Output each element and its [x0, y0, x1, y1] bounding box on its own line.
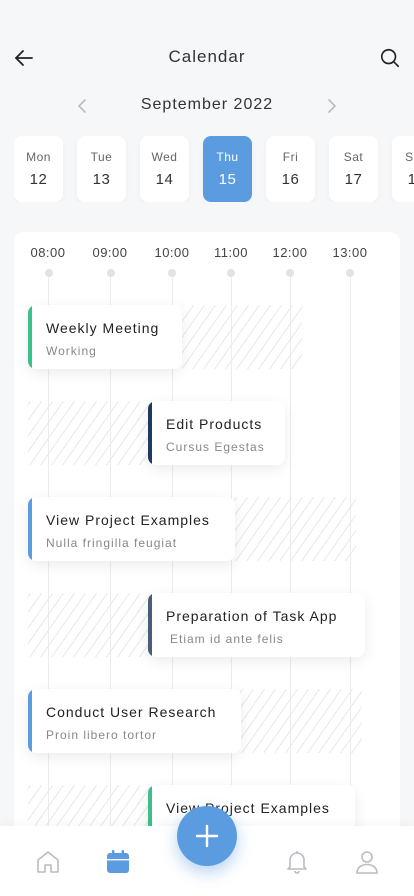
busy-region	[182, 305, 302, 369]
task-title: Edit Products	[166, 416, 263, 432]
profile-icon	[356, 851, 378, 874]
hour-label: 09:00	[92, 245, 128, 260]
nav-notifications[interactable]	[283, 848, 311, 876]
search-button[interactable]	[376, 44, 404, 72]
day-name: Tue	[90, 150, 113, 164]
day-tue[interactable]: Tue 13	[77, 136, 126, 202]
task-title: Preparation of Task App	[166, 608, 338, 624]
day-name: Fri	[282, 150, 299, 164]
day-wed[interactable]: Wed 14	[140, 136, 189, 202]
task-card[interactable]: View Project Examples Nulla fringilla fe…	[28, 497, 235, 561]
day-number: 17	[344, 171, 363, 188]
day-number: 13	[92, 171, 111, 188]
day-number: 14	[155, 171, 174, 188]
day-number: 16	[281, 171, 300, 188]
add-icon	[195, 824, 219, 848]
task-subtitle: Nulla fringilla feugiat	[46, 536, 178, 550]
busy-region	[28, 593, 150, 657]
day-fri[interactable]: Fri 16	[266, 136, 315, 202]
page-title: Calendar	[168, 47, 246, 66]
day-name: Thu	[216, 150, 239, 164]
task-accent-bar	[148, 593, 152, 657]
month-label: September 2022	[140, 96, 274, 113]
hour-label: 11:00	[213, 245, 249, 260]
nav-home[interactable]	[34, 848, 62, 876]
day-mon[interactable]: Mon 12	[14, 136, 63, 202]
hour-dot	[286, 269, 294, 277]
day-sat[interactable]: Sat 17	[329, 136, 378, 202]
hour-label: 13:00	[332, 245, 368, 260]
nav-profile[interactable]	[353, 848, 381, 876]
task-subtitle: Cursus Egestas	[166, 440, 265, 454]
hour-label: 12:00	[272, 245, 308, 260]
home-icon	[37, 851, 59, 873]
day-name: Mon	[26, 150, 51, 164]
schedule-panel[interactable]: 08:00 09:00 10:00 11:00 12:00 13:00 Week…	[14, 232, 400, 852]
day-sun[interactable]: Sun 18	[392, 136, 414, 202]
hour-label: 10:00	[154, 245, 190, 260]
calendar-icon	[107, 850, 129, 873]
day-strip: Mon 12 Tue 13 Wed 14 Thu 15 Fri 16 Sat 1…	[14, 136, 414, 202]
task-accent-bar	[28, 497, 32, 561]
day-thu-selected[interactable]: Thu 15	[203, 136, 252, 202]
day-number: 12	[29, 171, 48, 188]
task-card[interactable]: Weekly Meeting Working	[28, 305, 182, 369]
month-nav: September 2022	[0, 94, 414, 118]
task-card[interactable]: Conduct User Research Proin libero torto…	[28, 689, 241, 753]
task-accent-bar	[148, 401, 152, 465]
hour-label: 08:00	[30, 245, 66, 260]
day-name: Wed	[151, 150, 178, 164]
busy-region	[28, 401, 150, 465]
task-title: Conduct User Research	[46, 704, 217, 720]
day-name: Sat	[343, 150, 364, 164]
hour-dot	[107, 269, 115, 277]
nav-calendar[interactable]	[104, 848, 132, 876]
bell-icon	[287, 851, 307, 874]
task-subtitle: Proin libero tortor	[46, 728, 158, 742]
hour-dot	[168, 269, 176, 277]
task-subtitle: Etiam id ante felis	[170, 632, 284, 646]
task-card[interactable]: Preparation of Task App Etiam id ante fe…	[148, 593, 365, 657]
busy-region	[240, 689, 362, 753]
day-number: 15	[218, 171, 237, 188]
day-number: 18	[407, 171, 414, 188]
task-title: View Project Examples	[46, 512, 210, 528]
search-icon	[380, 48, 400, 68]
hour-dot	[45, 269, 53, 277]
hour-dot	[227, 269, 235, 277]
next-month-button[interactable]	[324, 96, 340, 116]
task-title: Weekly Meeting	[46, 320, 160, 336]
task-card[interactable]: Edit Products Cursus Egestas	[148, 401, 285, 465]
chevron-right-icon	[328, 99, 336, 113]
task-accent-bar	[28, 689, 32, 753]
task-subtitle: Working	[46, 344, 97, 358]
busy-region	[234, 497, 356, 561]
calendar-screen: Calendar September 2022 Mon 12 Tue 13 We…	[0, 0, 414, 896]
header: Calendar	[0, 0, 414, 90]
add-task-button[interactable]	[177, 806, 237, 866]
day-name: Sun	[405, 150, 414, 164]
hour-dot	[346, 269, 354, 277]
task-accent-bar	[28, 305, 32, 369]
hour-gridline	[350, 272, 351, 852]
